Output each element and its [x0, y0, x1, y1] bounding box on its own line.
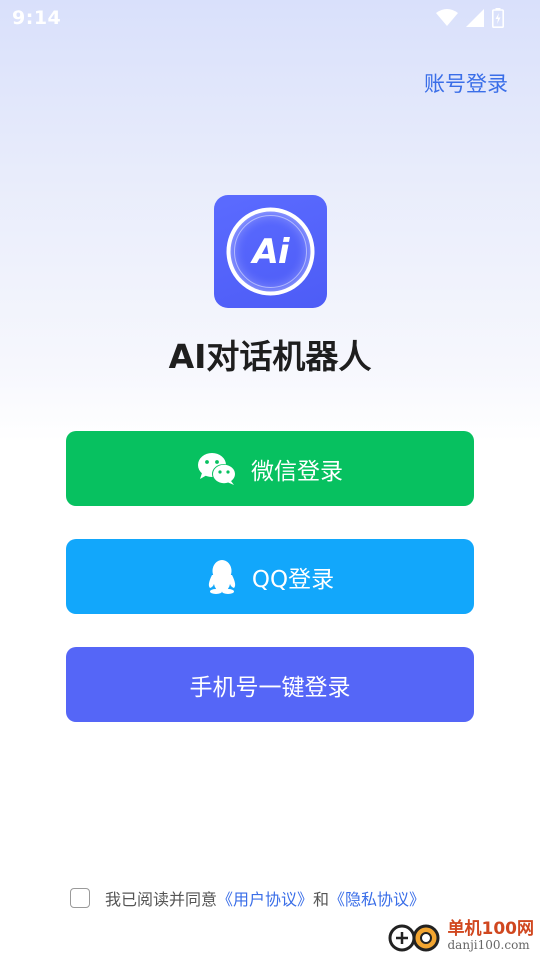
- watermark-title: 单机100网: [447, 918, 535, 939]
- wechat-icon: [198, 452, 236, 485]
- qq-icon: [208, 559, 236, 594]
- phone-login-label: 手机号一键登录: [189, 674, 351, 701]
- user-agreement-link[interactable]: 《用户协议》: [217, 886, 313, 910]
- agreement-checkbox[interactable]: [70, 888, 90, 908]
- privacy-agreement-link[interactable]: 《隐私协议》: [329, 886, 425, 910]
- app-logo: Ai: [214, 195, 327, 308]
- phone-login-button[interactable]: 手机号一键登录: [66, 647, 474, 722]
- agreement-prefix: 我已阅读并同意: [105, 890, 218, 909]
- qq-login-label: QQ登录: [251, 566, 335, 593]
- logo-text: Ai: [252, 231, 290, 272]
- qq-login-button[interactable]: QQ登录: [66, 539, 474, 614]
- signal-icon: [466, 9, 484, 27]
- agreement-and: 和: [313, 890, 330, 909]
- app-title: AI对话机器人: [168, 337, 372, 376]
- status-time: 9:14: [12, 7, 62, 29]
- account-login-link[interactable]: 账号登录: [424, 68, 508, 98]
- watermark-logo-icon: [388, 924, 439, 952]
- status-bar: 9:14: [0, 0, 540, 36]
- watermark-subtitle: danji100.com: [447, 937, 530, 952]
- agreement-row: 我已阅读并同意 《用户协议》 和 《隐私协议》: [70, 886, 425, 910]
- wifi-icon: [436, 9, 458, 26]
- wechat-login-label: 微信登录: [251, 458, 343, 485]
- wechat-login-button[interactable]: 微信登录: [66, 431, 474, 506]
- status-icons: [436, 8, 504, 28]
- watermark: 单机100网 danji100.com: [388, 916, 535, 956]
- battery-icon: [492, 8, 504, 28]
